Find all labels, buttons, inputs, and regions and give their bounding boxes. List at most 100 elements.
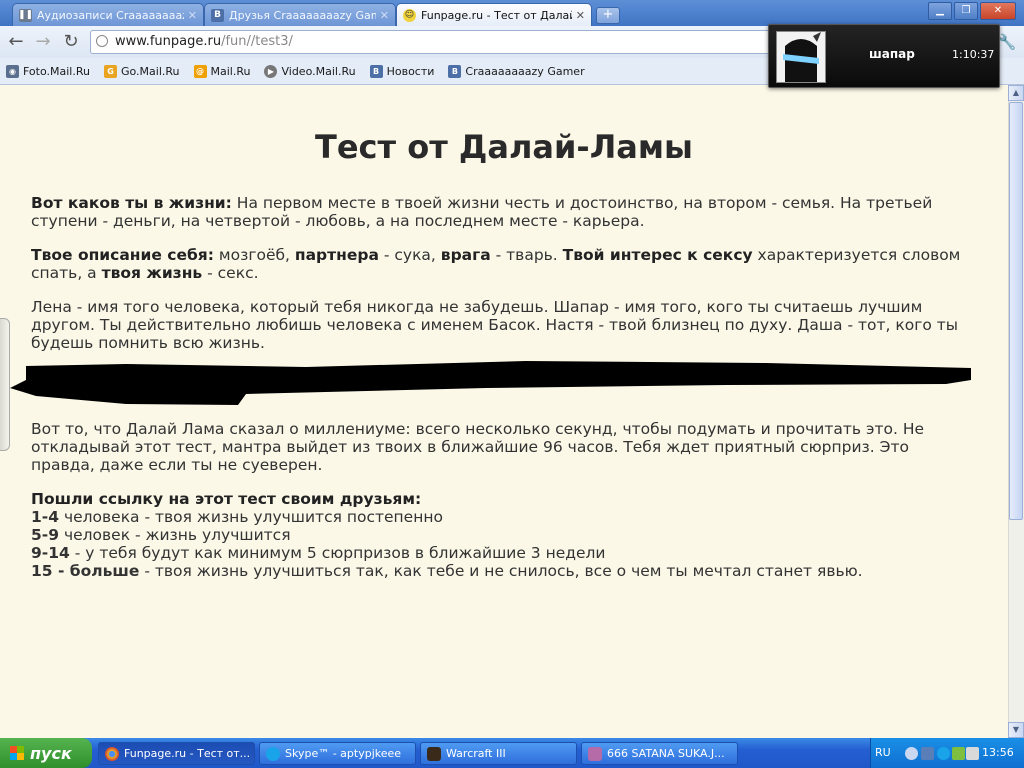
list-item-text: человека - твоя жизнь улучшится постепен… bbox=[59, 508, 443, 526]
result-paragraph-names: Лена - имя того человека, который тебя н… bbox=[31, 298, 959, 352]
list-item-range: 5-9 bbox=[31, 526, 60, 544]
bookmark-foto-mail[interactable]: ◉ Foto.Mail.Ru bbox=[6, 64, 90, 78]
paragraph-lead: Вот каков ты в жизни: bbox=[31, 194, 232, 212]
start-label: пуск bbox=[30, 743, 72, 763]
list-item-text: - у тебя будут как минимум 5 сюрпризов в… bbox=[69, 544, 606, 562]
start-button[interactable]: пуск bbox=[0, 738, 92, 768]
clock: 13:56 bbox=[982, 746, 1014, 759]
list-item: 1-4 человека - твоя жизнь улучшится пост… bbox=[31, 508, 971, 526]
task-warcraft[interactable]: Warcraft III bbox=[420, 742, 577, 765]
scroll-up-arrow[interactable]: ▲ bbox=[1008, 85, 1024, 101]
task-chrome[interactable]: Funpage.ru - Тест от... bbox=[98, 742, 255, 765]
list-item-text: человек - жизнь улучшится bbox=[59, 526, 291, 544]
tab-label: Funpage.ru - Тест от Далай-Л bbox=[421, 8, 572, 22]
close-icon[interactable]: ✕ bbox=[380, 9, 389, 22]
share-list: Пошли ссылку на этот тест своим друзьям:… bbox=[31, 490, 971, 580]
bookmark-label: Новости bbox=[386, 64, 435, 78]
scroll-thumb[interactable] bbox=[1009, 102, 1023, 520]
reload-button[interactable]: ↻ bbox=[60, 31, 82, 53]
back-button[interactable]: ← bbox=[5, 31, 27, 53]
call-duration: 1:10:37 bbox=[952, 48, 995, 61]
tab-label: Друзья Craaaaaaaazy Game bbox=[229, 8, 376, 22]
result-paragraph-life: Вот каков ты в жизни: На первом месте в … bbox=[31, 194, 971, 230]
address-bar[interactable]: www.funpage.ru/fun//test3/ bbox=[90, 30, 770, 54]
minimize-button[interactable]: ▁ bbox=[928, 2, 952, 20]
camera-icon: ◉ bbox=[6, 64, 19, 78]
task-label: 666 SATANA SUKA.J... bbox=[607, 747, 725, 760]
list-item: 9-14 - у тебя будут как минимум 5 сюрпри… bbox=[31, 544, 971, 562]
list-item-text: - твоя жизнь улучшиться так, как тебе и … bbox=[139, 562, 863, 580]
bold-text: Твой интерес к сексу bbox=[562, 246, 753, 264]
close-icon[interactable]: ✕ bbox=[188, 9, 197, 22]
vk-icon: B bbox=[448, 64, 462, 78]
bold-text: врага bbox=[440, 246, 491, 264]
antivirus-icon[interactable] bbox=[952, 747, 965, 760]
pause-icon: ❚❚ bbox=[17, 8, 34, 22]
task-label: Skype™ - aptypjkeee bbox=[285, 747, 402, 760]
tab-audio[interactable]: ❚❚ Аудиозаписи Craaaaaaaazy ✕ bbox=[12, 3, 204, 26]
mail-ru-icon: @ bbox=[193, 64, 207, 78]
list-item-range: 1-4 bbox=[31, 508, 60, 526]
bookmark-label: Go.Mail.Ru bbox=[120, 64, 180, 78]
address-host: www.funpage.ru bbox=[115, 34, 222, 49]
tab-label: Аудиозаписи Craaaaaaaazy bbox=[37, 8, 184, 22]
bookmark-craaazy-gamer[interactable]: B Craaaaaaaazy Gamer bbox=[448, 64, 585, 78]
dalai-lama-paragraph: Вот то, что Далай Лама сказал о миллениу… bbox=[31, 420, 925, 474]
close-icon[interactable]: ✕ bbox=[576, 9, 585, 22]
bookmark-label: Foto.Mail.Ru bbox=[23, 64, 90, 78]
address-path: /fun//test3/ bbox=[221, 34, 293, 49]
skype-icon bbox=[266, 746, 280, 761]
tab-friends[interactable]: B Друзья Craaaaaaaazy Game ✕ bbox=[204, 3, 396, 26]
list-item-range: 15 - больше bbox=[31, 562, 140, 580]
task-archive[interactable]: 666 SATANA SUKA.J... bbox=[581, 742, 738, 765]
bookmark-video-mail[interactable]: ▶ Video.Mail.Ru bbox=[264, 64, 356, 78]
tab-funpage[interactable]: ☺ Funpage.ru - Тест от Далай-Л ✕ bbox=[396, 3, 592, 26]
bookmark-go-mail[interactable]: G Go.Mail.Ru bbox=[103, 64, 180, 78]
scroll-down-arrow[interactable]: ▼ bbox=[1008, 722, 1024, 738]
list-item-range: 9-14 bbox=[31, 544, 70, 562]
bold-text: твоя жизнь bbox=[101, 264, 203, 282]
task-skype[interactable]: Skype™ - aptypjkeee bbox=[259, 742, 416, 765]
chrome-icon bbox=[105, 746, 119, 761]
windows-logo-icon bbox=[10, 746, 24, 760]
tray-expand-icon[interactable] bbox=[905, 747, 918, 760]
network-icon[interactable] bbox=[921, 747, 934, 760]
result-paragraph-description: Твое описание себя: мозгоёб, партнера - … bbox=[31, 246, 971, 282]
contact-name: шапар bbox=[869, 47, 915, 61]
avatar bbox=[776, 31, 826, 83]
volume-icon[interactable] bbox=[966, 747, 979, 760]
list-item: 5-9 человек - жизнь улучшится bbox=[31, 526, 971, 544]
page-info-icon[interactable] bbox=[96, 35, 108, 47]
side-panel-handle[interactable] bbox=[0, 318, 10, 451]
bookmark-mail-ru[interactable]: @ Mail.Ru bbox=[193, 64, 251, 78]
list-item: 15 - больше - твоя жизнь улучшиться так,… bbox=[31, 562, 971, 580]
bold-text: партнера bbox=[294, 246, 379, 264]
vk-icon: B bbox=[211, 8, 224, 22]
vk-icon: B bbox=[369, 64, 383, 78]
close-window-button[interactable]: ✕ bbox=[980, 2, 1016, 20]
archive-icon bbox=[588, 746, 602, 761]
text: - секс. bbox=[202, 264, 259, 282]
skype-call-popup[interactable]: шапар 1:10:37 bbox=[768, 24, 1000, 88]
text: мозгоёб, bbox=[213, 246, 295, 264]
maximize-button[interactable]: ❐ bbox=[954, 2, 978, 20]
forward-button[interactable]: → bbox=[32, 31, 54, 53]
warcraft-icon bbox=[427, 746, 441, 761]
new-tab-button[interactable]: + bbox=[596, 7, 620, 24]
page-content: Тест от Далай-Ламы Вот каков ты в жизни:… bbox=[0, 85, 1008, 738]
text: - тварь. bbox=[490, 246, 563, 264]
bookmark-label: Craaaaaaaazy Gamer bbox=[465, 64, 585, 78]
go-mail-icon: G bbox=[103, 64, 117, 78]
page-title: Тест от Далай-Ламы bbox=[315, 128, 693, 166]
bookmark-label: Mail.Ru bbox=[210, 64, 251, 78]
bookmark-novosti[interactable]: B Новости bbox=[369, 64, 435, 78]
task-label: Warcraft III bbox=[446, 747, 506, 760]
text: - сука, bbox=[378, 246, 441, 264]
redaction-scribble bbox=[10, 361, 971, 405]
funpage-smiley-icon: ☺ bbox=[403, 8, 416, 22]
language-indicator[interactable]: RU bbox=[875, 746, 891, 759]
skype-tray-icon[interactable] bbox=[937, 747, 950, 760]
bold-text: Твое описание себя: bbox=[31, 246, 214, 264]
bookmark-label: Video.Mail.Ru bbox=[281, 64, 356, 78]
share-heading: Пошли ссылку на этот тест своим друзьям: bbox=[31, 490, 422, 508]
